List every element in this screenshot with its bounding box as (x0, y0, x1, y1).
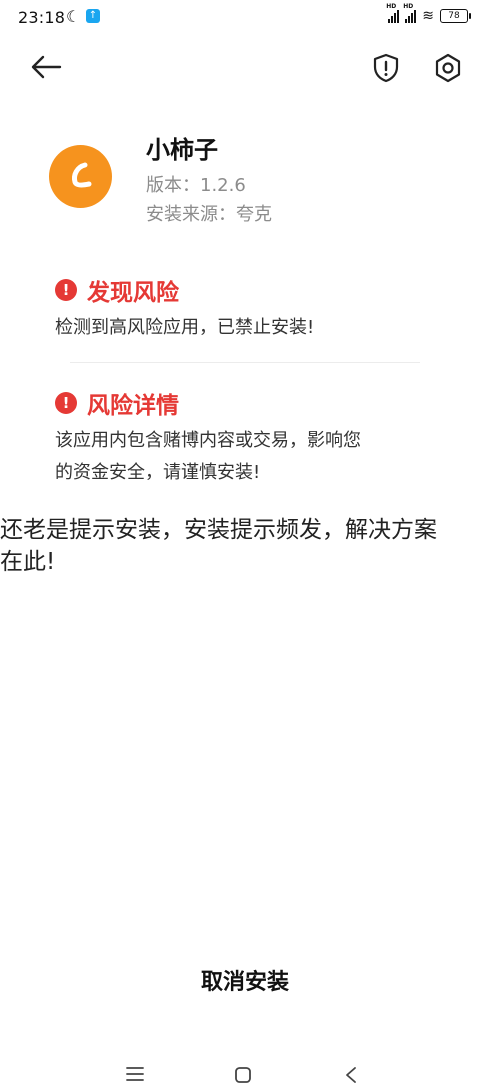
risk-found-text: 检测到高风险应用，已禁止安装! (55, 317, 315, 338)
back-arrow-icon (31, 55, 62, 79)
moon-icon: ☾ (66, 7, 81, 26)
wifi-icon: ≋ (422, 8, 434, 24)
home-button[interactable] (235, 1067, 251, 1083)
nav-back-button[interactable] (344, 1066, 358, 1084)
risk-detail-text-line1: 该应用内包含赌博内容或交易，影响您 (55, 430, 361, 451)
overlay-caption-line2: 在此! (0, 549, 56, 575)
signal-icon: HD (386, 3, 400, 23)
overlay-caption: 还老是提示安装，安装提示频发，解决方案 在此! (0, 514, 490, 578)
app-version: 版本：1.2.6 (146, 175, 246, 196)
status-bar: 23:18 ☾ ↑ HD HD ≋ 78 (0, 0, 490, 36)
app-icon (49, 145, 112, 208)
risk-detail-text-line2: 的资金安全，请谨慎安装! (55, 462, 261, 483)
status-indicators: HD HD ≋ 78 (386, 3, 471, 24)
navigation-bar (0, 1060, 490, 1087)
battery-icon: 78 (440, 9, 471, 23)
status-time: 23:18 (18, 8, 66, 27)
warning-icon: ! (55, 279, 77, 301)
settings-button[interactable] (432, 52, 464, 84)
app-name: 小柿子 (146, 136, 218, 164)
security-button[interactable] (370, 52, 402, 84)
risk-found-title: 发现风险 (87, 280, 179, 306)
warning-icon: ! (55, 392, 77, 414)
divider (70, 362, 420, 363)
menu-icon (126, 1067, 144, 1081)
risk-detail-title: 风险详情 (87, 393, 179, 419)
home-icon (235, 1067, 251, 1083)
signal-icon: HD (403, 3, 417, 23)
app-source: 安装来源：夸克 (146, 204, 272, 225)
overlay-caption-line1: 还老是提示安装，安装提示频发，解决方案 (0, 517, 437, 543)
menu-button[interactable] (126, 1066, 144, 1082)
back-button[interactable] (30, 52, 64, 82)
nav-back-icon (346, 1067, 356, 1083)
cancel-install-button[interactable]: 取消安装 (145, 958, 345, 1002)
app-notification-icon: ↑ (86, 9, 100, 23)
gear-icon (435, 53, 461, 83)
shield-icon (373, 53, 399, 83)
